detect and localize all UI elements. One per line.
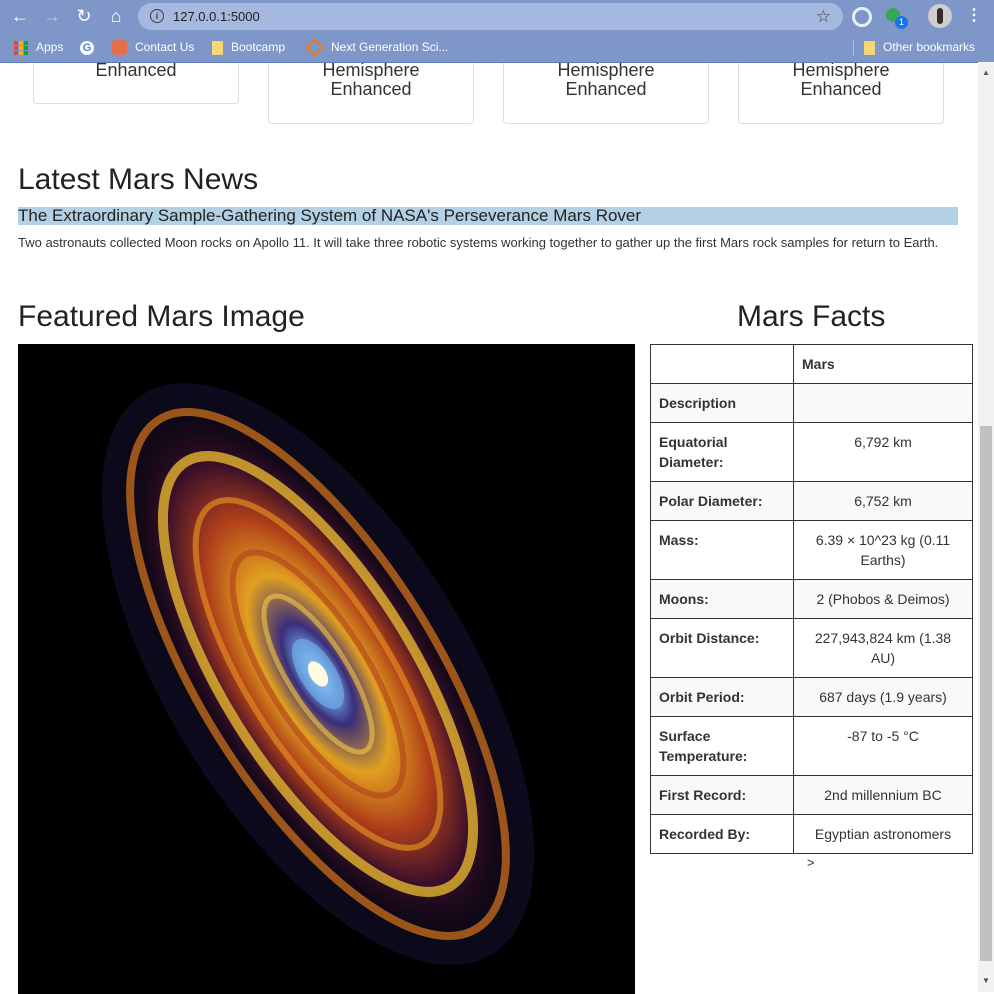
- fact-key: Recorded By:: [650, 814, 794, 854]
- fact-key: Orbit Period:: [650, 677, 794, 717]
- fact-value: 6.39 × 10^23 kg (0.11 Earths): [793, 520, 973, 580]
- home-icon[interactable]: ⌂: [105, 5, 127, 27]
- forward-arrow-icon[interactable]: →: [41, 5, 63, 27]
- bookmark-bootcamp[interactable]: Bootcamp: [212, 33, 285, 62]
- folder-icon: [864, 40, 875, 55]
- other-bookmarks[interactable]: Other bookmarks: [864, 33, 975, 62]
- hemisphere-card[interactable]: Enhanced: [33, 63, 239, 104]
- table-row: Orbit Period: 687 days (1.9 years): [650, 677, 973, 717]
- site-icon: [112, 40, 127, 55]
- bookmark-label: Bootcamp: [231, 40, 286, 54]
- fact-value: 2 (Phobos & Deimos): [793, 579, 973, 619]
- hemisphere-card[interactable]: Hemisphere Enhanced: [268, 63, 474, 124]
- hemisphere-title: Hemisphere Enhanced: [322, 63, 420, 99]
- bookmark-label: Next Generation Sci...: [331, 40, 449, 54]
- scroll-down-icon[interactable]: ▼: [981, 976, 991, 985]
- diamond-icon: [305, 38, 324, 57]
- bookmarks-bar: Apps G Contact Us Bootcamp Next Generati…: [0, 33, 994, 62]
- bookmark-apps[interactable]: Apps: [14, 33, 63, 62]
- table-row: Description: [650, 383, 973, 423]
- bookmark-label: Apps: [36, 40, 64, 54]
- fact-key: Description: [650, 383, 794, 423]
- hemisphere-title: Hemisphere Enhanced: [557, 63, 655, 99]
- fact-key: Moons:: [650, 579, 794, 619]
- bookmark-divider: [853, 40, 854, 56]
- facts-heading: Mars Facts: [737, 300, 886, 333]
- table-row: Mass: 6.39 × 10^23 kg (0.11 Earths): [650, 520, 973, 580]
- fact-value: -87 to -5 °C: [793, 716, 973, 776]
- mars-facts-table: Mars Description Equatorial Diameter: 6,7…: [650, 344, 973, 854]
- apps-grid-icon: [14, 40, 28, 55]
- fact-value: 2nd millennium BC: [793, 775, 973, 815]
- fact-value: 6,752 km: [793, 481, 973, 521]
- address-bar[interactable]: i 127.0.0.1:5000 ☆: [138, 3, 843, 30]
- browser-toolbar: ← → ↻ ⌂ i 127.0.0.1:5000 ☆ 1 ⋮: [0, 0, 994, 33]
- url-text[interactable]: 127.0.0.1:5000: [173, 3, 260, 30]
- table-header-empty: [650, 344, 794, 384]
- news-paragraph: Two astronauts collected Moon rocks on A…: [18, 235, 939, 250]
- table-row: Polar Diameter: 6,752 km: [650, 481, 973, 521]
- table-row: Orbit Distance: 227,943,824 km (1.38 AU): [650, 618, 973, 678]
- browser-menu-icon[interactable]: ⋮: [966, 4, 982, 28]
- google-icon: G: [80, 40, 94, 55]
- bookmark-google[interactable]: G: [80, 33, 102, 62]
- reload-icon[interactable]: ↻: [73, 5, 95, 27]
- table-row: Surface Temperature: -87 to -5 °C: [650, 716, 973, 776]
- galaxy-image: [101, 383, 535, 965]
- fact-value: 227,943,824 km (1.38 AU): [793, 618, 973, 678]
- featured-image-heading: Featured Mars Image: [18, 300, 305, 333]
- news-title[interactable]: The Extraordinary Sample-Gathering Syste…: [18, 207, 958, 225]
- trailing-text: >: [807, 855, 815, 870]
- table-header-mars: Mars: [793, 344, 973, 384]
- bookmark-next-generation[interactable]: Next Generation Sci...: [305, 33, 448, 62]
- featured-image: [18, 344, 635, 994]
- fact-key: Equatorial Diameter:: [650, 422, 794, 482]
- table-row: First Record: 2nd millennium BC: [650, 775, 973, 815]
- fact-value: 687 days (1.9 years): [793, 677, 973, 717]
- fact-value: [793, 383, 973, 423]
- fact-key: Polar Diameter:: [650, 481, 794, 521]
- hemisphere-card[interactable]: Hemisphere Enhanced: [738, 63, 944, 124]
- fact-value: 6,792 km: [793, 422, 973, 482]
- bookmark-star-icon[interactable]: ☆: [816, 3, 831, 30]
- scroll-up-icon[interactable]: ▲: [981, 68, 991, 77]
- news-heading: Latest Mars News: [18, 163, 259, 196]
- other-bookmarks-label: Other bookmarks: [883, 40, 976, 54]
- fact-key: Surface Temperature:: [650, 716, 794, 776]
- table-header-row: Mars: [650, 344, 973, 384]
- scrollbar-thumb[interactable]: [980, 426, 992, 961]
- bookmark-contact-us[interactable]: Contact Us: [112, 33, 194, 62]
- fact-key: Orbit Distance:: [650, 618, 794, 678]
- site-info-icon[interactable]: i: [150, 9, 164, 23]
- bookmark-label: Contact Us: [135, 40, 195, 54]
- hemisphere-card[interactable]: Hemisphere Enhanced: [503, 63, 709, 124]
- extension-badge: 1: [895, 16, 908, 29]
- profile-avatar[interactable]: [928, 4, 952, 28]
- table-row: Equatorial Diameter: 6,792 km: [650, 422, 973, 482]
- extension-sync-icon[interactable]: [852, 7, 872, 27]
- hemisphere-title: Enhanced: [95, 63, 177, 80]
- table-row: Moons: 2 (Phobos & Deimos): [650, 579, 973, 619]
- back-arrow-icon[interactable]: ←: [9, 5, 31, 27]
- fact-value: Egyptian astronomers: [793, 814, 973, 854]
- hemisphere-title: Hemisphere Enhanced: [792, 63, 890, 99]
- folder-icon: [212, 40, 223, 55]
- fact-key: First Record:: [650, 775, 794, 815]
- fact-key: Mass:: [650, 520, 794, 580]
- table-row: Recorded By: Egyptian astronomers: [650, 814, 973, 854]
